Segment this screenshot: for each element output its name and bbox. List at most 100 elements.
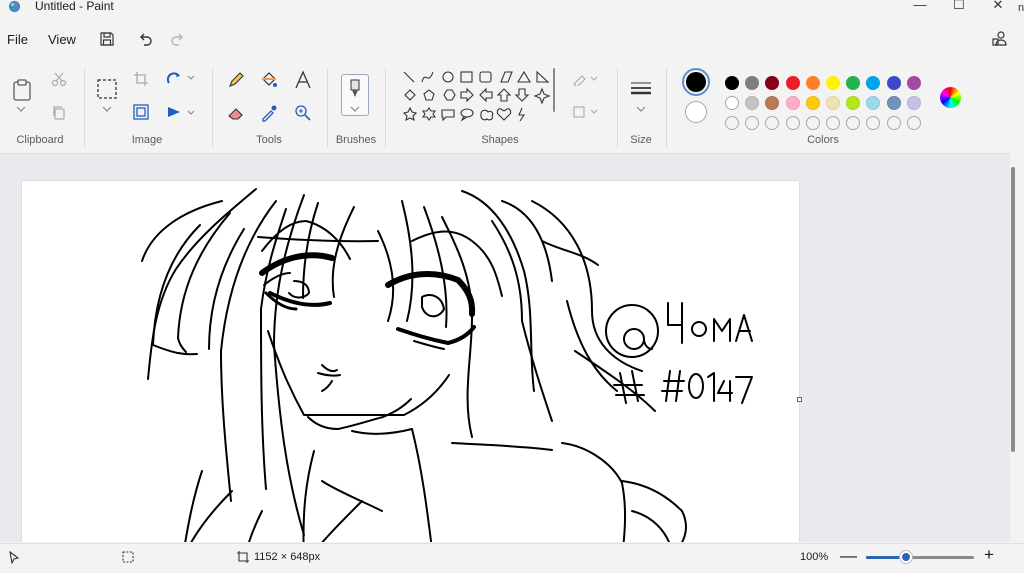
brushes-group-label: Brushes bbox=[335, 134, 377, 146]
paste-dropdown-icon[interactable] bbox=[15, 105, 27, 113]
paste-icon[interactable] bbox=[11, 78, 33, 102]
custom-color-slot[interactable] bbox=[906, 116, 921, 130]
canvas-size-icon bbox=[237, 551, 249, 563]
minimize-button[interactable]: — bbox=[905, 0, 935, 13]
palette-swatch[interactable] bbox=[826, 76, 840, 90]
shapes-gallery[interactable] bbox=[398, 68, 553, 128]
custom-color-slot[interactable] bbox=[745, 116, 760, 130]
custom-color-slot[interactable] bbox=[826, 116, 840, 130]
file-menu[interactable]: File bbox=[7, 32, 28, 47]
palette-swatch[interactable] bbox=[805, 76, 820, 90]
zoom-slider-thumb[interactable] bbox=[899, 551, 912, 563]
maximize-button[interactable]: ☐ bbox=[944, 0, 974, 13]
custom-color-slot[interactable] bbox=[866, 116, 881, 130]
primary-color-swatch bbox=[686, 72, 706, 92]
color-picker-icon[interactable] bbox=[260, 104, 278, 122]
shapes-group-label: Shapes bbox=[481, 134, 519, 146]
ribbon-divider bbox=[327, 68, 328, 148]
custom-color-slot[interactable] bbox=[725, 116, 739, 130]
canvas-dimensions: 1152 × 648px bbox=[254, 551, 321, 563]
drawing-canvas[interactable] bbox=[22, 181, 799, 542]
flip-dropdown-icon[interactable] bbox=[187, 110, 195, 116]
palette-swatch[interactable] bbox=[846, 76, 861, 90]
undo-icon[interactable] bbox=[136, 30, 154, 48]
palette-swatch[interactable] bbox=[745, 76, 760, 90]
size-group-label: Size bbox=[630, 134, 652, 146]
palette-swatch[interactable] bbox=[785, 76, 800, 90]
palette-swatch[interactable] bbox=[826, 96, 840, 110]
palette-swatch[interactable] bbox=[745, 96, 760, 110]
palette-swatch[interactable] bbox=[785, 96, 800, 110]
zoom-in-button[interactable]: + bbox=[984, 545, 994, 565]
close-button[interactable]: ✕ bbox=[983, 0, 1013, 13]
vertical-scrollbar-thumb[interactable] bbox=[1011, 167, 1015, 452]
selection-size-icon bbox=[122, 551, 134, 563]
eraser-icon[interactable] bbox=[227, 104, 245, 122]
palette-swatch[interactable] bbox=[725, 76, 739, 90]
colors-group-label: Colors bbox=[807, 134, 839, 146]
shapes-scrollbar[interactable] bbox=[553, 68, 555, 112]
palette-swatch[interactable] bbox=[906, 96, 921, 110]
view-menu[interactable]: View bbox=[48, 32, 76, 47]
ribbon-divider bbox=[385, 68, 386, 148]
magnifier-icon[interactable] bbox=[294, 104, 312, 122]
edit-colors-icon[interactable] bbox=[940, 87, 961, 108]
pencil-icon[interactable] bbox=[227, 71, 245, 89]
palette-swatch[interactable] bbox=[866, 96, 881, 110]
save-icon[interactable] bbox=[98, 30, 116, 48]
outline-icon[interactable] bbox=[572, 72, 598, 86]
window-title: Untitled - Paint bbox=[35, 0, 114, 13]
size-lines-icon[interactable] bbox=[630, 80, 652, 96]
menu-bar: File View bbox=[0, 22, 1024, 58]
cursor-position-icon bbox=[9, 550, 20, 564]
fill-icon[interactable] bbox=[260, 71, 278, 89]
palette-swatch[interactable] bbox=[906, 76, 921, 90]
canvas-workspace bbox=[0, 153, 1010, 542]
custom-color-slot[interactable] bbox=[765, 116, 780, 130]
clipboard-group-label: Clipboard bbox=[16, 134, 64, 146]
palette-swatch[interactable] bbox=[805, 96, 820, 110]
paint-app-icon bbox=[8, 0, 21, 13]
secondary-color-button[interactable] bbox=[685, 101, 707, 123]
account-icon[interactable] bbox=[991, 30, 1009, 48]
resize-icon[interactable] bbox=[133, 104, 149, 120]
palette-swatch[interactable] bbox=[765, 76, 780, 90]
flip-icon[interactable] bbox=[166, 104, 184, 120]
custom-color-slot[interactable] bbox=[805, 116, 820, 130]
palette-swatch[interactable] bbox=[765, 96, 780, 110]
select-dropdown-icon[interactable] bbox=[101, 105, 113, 113]
status-bar: 1152 × 648px 100% — + bbox=[0, 543, 1024, 573]
custom-color-slot[interactable] bbox=[785, 116, 800, 130]
ribbon: Clipboard Image Tools Brushes Shapes Siz… bbox=[0, 60, 1024, 152]
redo-icon[interactable] bbox=[169, 30, 187, 48]
rotate-dropdown-icon[interactable] bbox=[187, 75, 195, 81]
ribbon-divider bbox=[617, 68, 618, 148]
custom-color-slot[interactable] bbox=[846, 116, 861, 130]
palette-swatch[interactable] bbox=[886, 96, 901, 110]
ribbon-divider bbox=[84, 68, 85, 148]
brushes-button[interactable] bbox=[341, 74, 369, 116]
palette-swatch[interactable] bbox=[846, 96, 861, 110]
select-icon[interactable] bbox=[96, 78, 118, 100]
brushes-dropdown-icon bbox=[350, 106, 360, 112]
size-dropdown-icon[interactable] bbox=[635, 105, 647, 113]
text-icon[interactable] bbox=[294, 70, 312, 90]
rotate-icon[interactable] bbox=[166, 71, 184, 87]
palette-swatch[interactable] bbox=[866, 76, 881, 90]
tools-group-label: Tools bbox=[256, 134, 282, 146]
sketch-drawing bbox=[141, 188, 753, 542]
zoom-out-button[interactable]: — bbox=[840, 546, 857, 566]
palette-swatch[interactable] bbox=[725, 96, 739, 110]
vertical-scrollbar[interactable] bbox=[1010, 153, 1024, 542]
crop-icon[interactable] bbox=[133, 71, 149, 87]
cut-icon[interactable] bbox=[51, 71, 67, 87]
canvas-resize-handle[interactable] bbox=[797, 397, 802, 402]
custom-color-slot[interactable] bbox=[886, 116, 901, 130]
shape-fill-icon[interactable] bbox=[572, 105, 598, 119]
ribbon-divider bbox=[212, 68, 213, 148]
primary-color-button[interactable] bbox=[682, 68, 710, 96]
palette-swatch[interactable] bbox=[886, 76, 901, 90]
image-group-label: Image bbox=[131, 134, 163, 146]
copy-icon[interactable] bbox=[51, 105, 67, 121]
zoom-slider[interactable] bbox=[866, 556, 974, 559]
